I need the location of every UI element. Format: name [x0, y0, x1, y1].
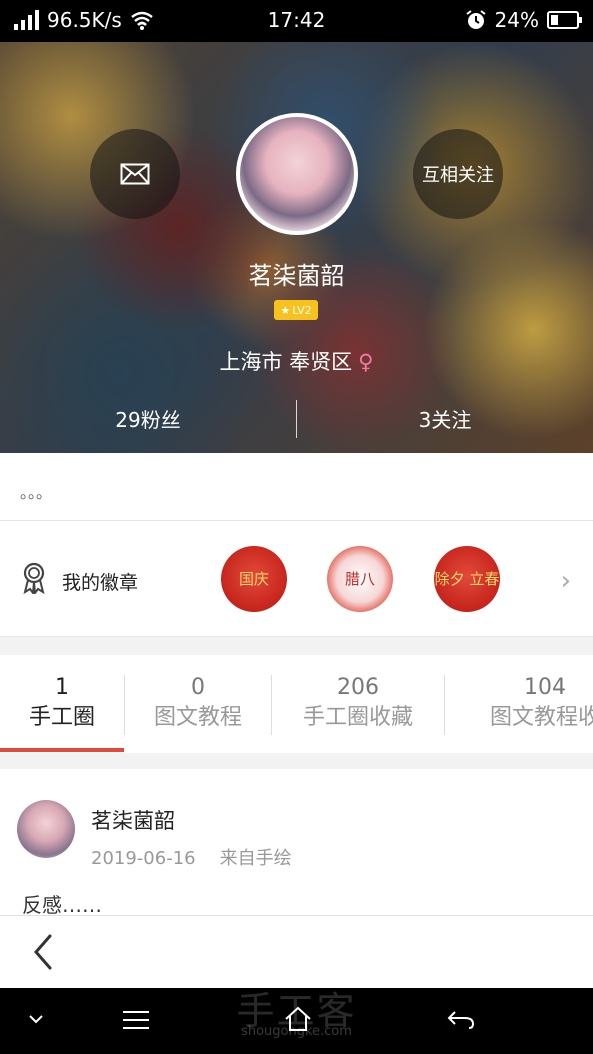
- menu-icon[interactable]: [122, 1010, 150, 1030]
- profile-name: 茗柒菌韶: [248, 262, 345, 290]
- tab-label: 手工圈收藏: [302, 705, 413, 730]
- bio-text: 。。。: [0, 453, 593, 521]
- message-button[interactable]: [90, 129, 180, 219]
- section-gap: [0, 753, 593, 769]
- tab-circle-favorites[interactable]: 206 手工圈收藏: [272, 673, 444, 733]
- chevron-down-icon[interactable]: [28, 1014, 44, 1024]
- tab-count: 104: [524, 675, 566, 700]
- tab-count: 206: [337, 675, 379, 700]
- badge-item[interactable]: 国庆: [221, 546, 287, 612]
- location-text: 上海市 奉贤区: [219, 350, 353, 374]
- post-source: 来自手绘: [219, 848, 292, 869]
- following-count[interactable]: 3关注: [297, 400, 593, 440]
- status-bar: 96.5K/s 17:42 24%: [0, 0, 593, 42]
- tab-tutorial-favorites[interactable]: 104 图文教程收: [445, 673, 593, 733]
- location: 上海市 奉贤区 ♀: [0, 346, 593, 376]
- post-meta: 2019-06-16 来自手绘: [91, 844, 292, 870]
- system-nav-bar: 手工客 shougongke.com: [0, 988, 593, 1054]
- post-text: 反感……: [22, 893, 102, 915]
- badges-row[interactable]: 我的徽章 国庆 腊八 除夕 立春 ›: [0, 522, 593, 637]
- tab-count: 1: [55, 675, 69, 700]
- post-avatar[interactable]: [17, 800, 75, 858]
- alarm-icon: [465, 10, 486, 29]
- star-icon: ★: [280, 303, 291, 317]
- home-icon[interactable]: [284, 1006, 312, 1032]
- badge-item[interactable]: 腊八: [327, 546, 393, 612]
- active-tab-indicator: [0, 748, 124, 752]
- badge-item[interactable]: 除夕 立春: [434, 546, 500, 612]
- content-tabs: 1 手工圈 0 图文教程 206 手工圈收藏 104 图文教程收: [0, 655, 593, 753]
- tab-tutorials[interactable]: 0 图文教程: [125, 673, 271, 733]
- battery-percent: 24%: [494, 8, 539, 32]
- tab-label: 图文教程收: [489, 705, 593, 730]
- profile-header: 互相关注 茗柒菌韶 ★ LV2 上海市 奉贤区 ♀ 29粉丝 3关注: [0, 42, 593, 453]
- badges-title: 我的徽章: [62, 572, 139, 594]
- tab-label: 图文教程: [153, 705, 242, 730]
- back-icon[interactable]: [447, 1010, 475, 1030]
- back-arrow-icon[interactable]: [28, 932, 58, 972]
- bottom-app-bar: [0, 915, 593, 988]
- badge-label: 除夕 立春: [434, 570, 500, 588]
- tab-handcraft-circle[interactable]: 1 手工圈: [0, 673, 124, 733]
- mail-icon: [120, 163, 150, 185]
- medal-icon: [23, 562, 45, 594]
- post-card[interactable]: 茗柒菌韶 2019-06-16 来自手绘 反感……: [0, 769, 593, 915]
- level-badge: ★ LV2: [274, 300, 318, 320]
- follow-button[interactable]: 互相关注: [413, 129, 503, 219]
- post-username[interactable]: 茗柒菌韶: [91, 805, 175, 835]
- female-icon: ♀: [358, 350, 374, 374]
- battery-icon: [547, 11, 582, 29]
- fans-count[interactable]: 29粉丝: [0, 400, 296, 440]
- follow-stats: 29粉丝 3关注: [0, 400, 593, 440]
- avatar[interactable]: [236, 113, 358, 235]
- section-gap: [0, 637, 593, 655]
- tab-count: 0: [191, 675, 205, 700]
- post-date: 2019-06-16: [91, 848, 196, 869]
- badge-label: 腊八: [344, 570, 375, 588]
- level-label: LV2: [292, 303, 312, 317]
- badge-label: 国庆: [238, 570, 269, 588]
- tab-label: 手工圈: [28, 705, 95, 730]
- chevron-right-icon[interactable]: ›: [561, 566, 571, 596]
